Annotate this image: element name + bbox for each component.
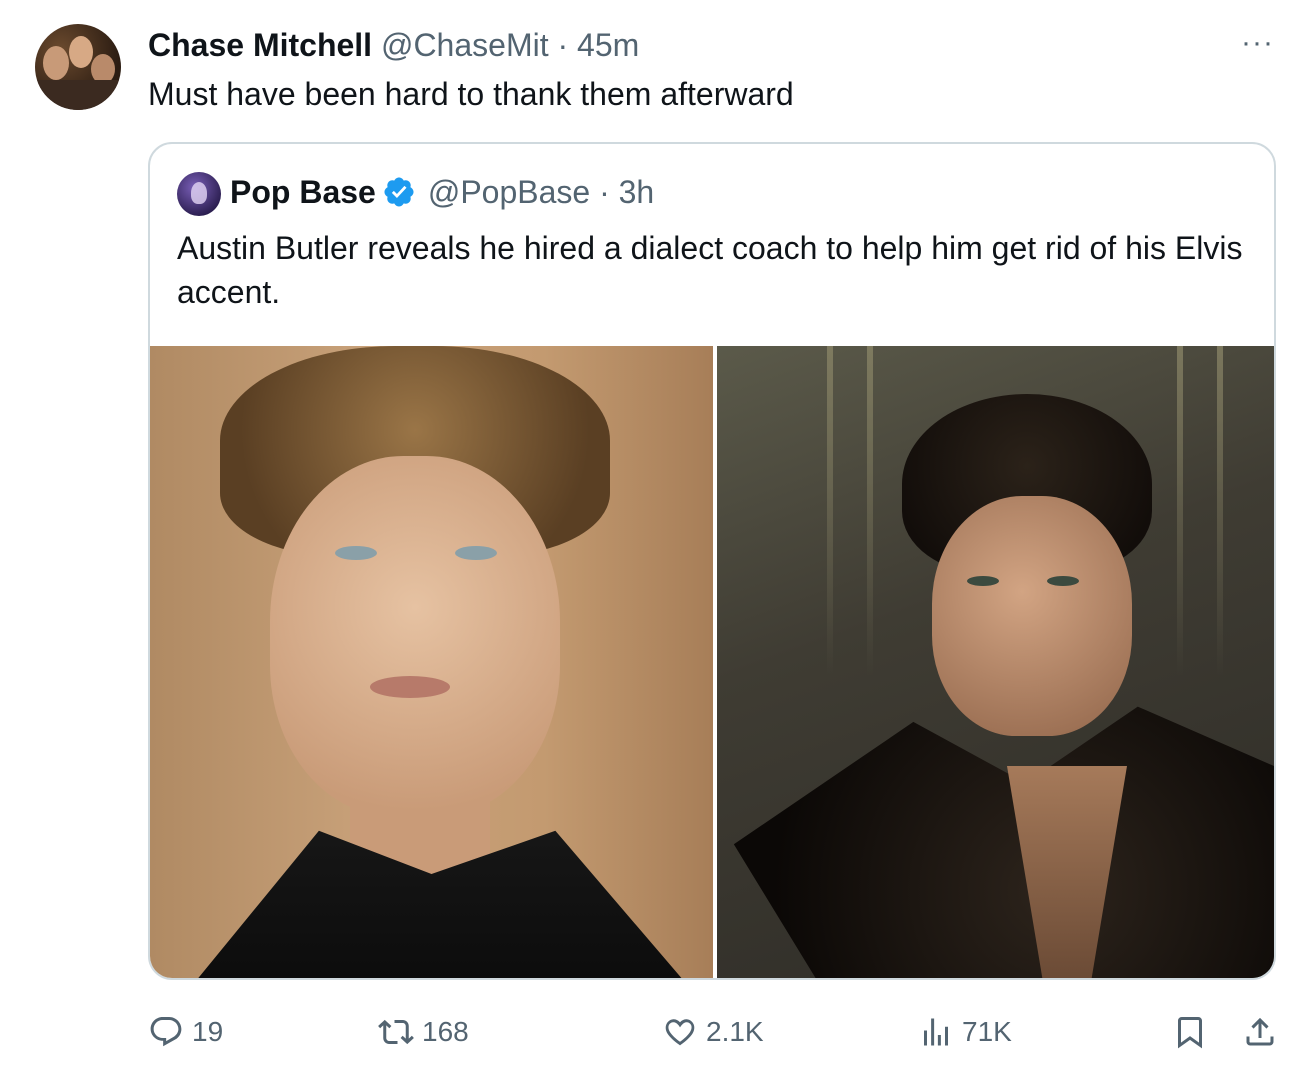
avatar-shirts <box>35 80 121 110</box>
like-count: 2.1K <box>706 1016 764 1047</box>
photo-eye <box>335 546 377 560</box>
photo-eye <box>455 546 497 560</box>
quoted-tweet-timestamp: 3h <box>618 174 655 210</box>
photo-background-light <box>827 346 833 676</box>
avatar-logo <box>191 182 207 204</box>
quoted-author-name: Pop Base <box>230 174 376 210</box>
quoted-author-avatar <box>177 172 221 216</box>
quoted-tweet-header: Pop Base @PopBase · 3h <box>230 172 654 212</box>
photo-eye <box>967 576 999 586</box>
repost-count: 168 <box>422 1016 469 1047</box>
reply-icon <box>150 1017 182 1047</box>
heart-icon <box>665 1019 695 1046</box>
header-separator: · <box>599 174 610 210</box>
tweet-text: Must have been hard to thank them afterw… <box>148 76 794 112</box>
repost-icon <box>378 1019 414 1045</box>
media-photo-right[interactable] <box>717 346 1274 978</box>
quoted-tweet-text: Austin Butler reveals he hired a dialect… <box>177 230 1243 310</box>
photo-eye <box>1047 576 1079 586</box>
reply-button[interactable]: 19 <box>148 1008 223 1056</box>
bookmark-button[interactable] <box>1172 1008 1208 1056</box>
bookmark-icon <box>1178 1017 1202 1049</box>
media-grid <box>150 346 1274 978</box>
header-separator: · <box>557 27 569 63</box>
tweet-header: Chase Mitchell @ChaseMit · 45m <box>148 26 639 64</box>
quoted-author-handle: @PopBase <box>427 174 591 210</box>
photo-background-light <box>1177 346 1183 676</box>
author-name[interactable]: Chase Mitchell <box>148 27 372 63</box>
photo-background-light <box>867 346 873 676</box>
photo-face <box>270 456 560 816</box>
views-button[interactable]: 71K <box>918 1008 1012 1056</box>
author-avatar[interactable] <box>35 24 121 110</box>
photo-face <box>932 496 1132 736</box>
photo-background-light <box>1217 346 1223 676</box>
views-count: 71K <box>962 1016 1012 1047</box>
photo-mouth <box>370 676 450 698</box>
share-icon <box>1246 1017 1274 1046</box>
reply-count: 19 <box>192 1016 224 1047</box>
views-chart-icon <box>924 1018 948 1046</box>
avatar-person <box>69 36 93 68</box>
like-button[interactable]: 2.1K <box>662 1008 764 1056</box>
media-photo-left[interactable] <box>150 346 713 978</box>
repost-button[interactable]: 168 <box>378 1008 469 1056</box>
more-options-icon[interactable]: ··· <box>1241 26 1274 60</box>
quoted-tweet[interactable]: Pop Base @PopBase · 3h Austin Butler rev… <box>148 142 1276 980</box>
tweet-timestamp[interactable]: 45m <box>577 27 639 63</box>
action-bar: 19 168 2.1K 71K <box>148 1008 1276 1056</box>
author-handle[interactable]: @ChaseMit <box>381 27 549 63</box>
verified-badge-icon <box>384 177 414 207</box>
share-button[interactable] <box>1242 1008 1278 1056</box>
avatar-person <box>43 46 69 80</box>
